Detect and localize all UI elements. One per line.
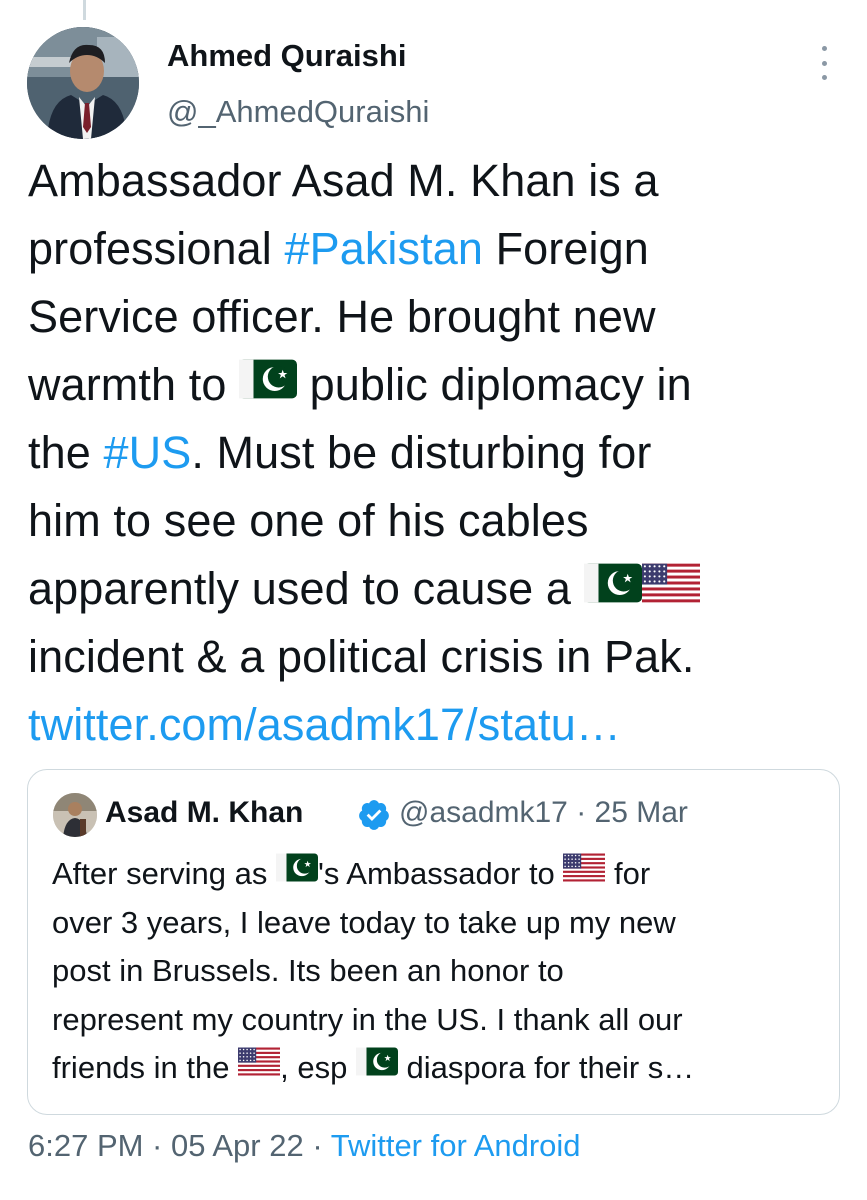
pakistan-flag-icon: [355, 1042, 398, 1091]
text-line: post in Brussels. Its been an honor to: [52, 947, 822, 996]
text-segment: diaspora for their s…: [397, 1050, 695, 1085]
author-name[interactable]: Ahmed Quraishi: [167, 38, 406, 74]
text-segment: over 3 years, I leave today to take up m…: [52, 904, 676, 940]
text-segment: Foreign: [482, 223, 649, 274]
text-line: Service officer. He brought new: [28, 283, 858, 351]
quoted-author-name[interactable]: Asad M. Khan: [105, 796, 303, 830]
text-line: warmth to public diplomacy in: [28, 351, 858, 419]
text-segment: warmth to: [28, 359, 240, 410]
text-line: After serving as 's Ambassador to for: [52, 850, 822, 899]
tweet: Ahmed Quraishi @_AhmedQuraishi Ambassado…: [0, 0, 867, 1200]
hashtag-link[interactable]: #US: [103, 427, 191, 478]
text-segment: for: [605, 856, 651, 891]
usa-flag-icon: [641, 554, 700, 622]
hashtag-link[interactable]: #Pakistan: [284, 223, 483, 274]
usa-flag-icon: [563, 848, 606, 897]
author-handle[interactable]: @_AhmedQuraishi: [167, 94, 429, 130]
text-line: Ambassador Asad M. Khan is a: [28, 147, 858, 215]
quoted-tweet-text: After serving as 's Ambassador to for ove…: [52, 850, 822, 1093]
text-line: apparently used to cause a: [28, 555, 858, 623]
text-line: represent my country in the US. I thank …: [52, 996, 822, 1045]
pakistan-flag-icon: [275, 848, 318, 897]
text-line: friends in the , esp diaspora for their …: [52, 1044, 822, 1093]
text-segment: represent my country in the US. I thank …: [52, 1001, 683, 1037]
text-segment: . Must be disturbing for: [191, 427, 652, 478]
text-segment: post in Brussels. Its been an honor to: [52, 953, 564, 988]
text-line: over 3 years, I leave today to take up m…: [52, 899, 822, 948]
text-segment: public diplomacy in: [297, 359, 692, 410]
more-vertical-icon[interactable]: [812, 46, 836, 80]
text-segment: incident & a political crisis in Pak.: [28, 631, 695, 682]
tweet-meta: 6:27 PM · 05 Apr 22 · Twitter for Androi…: [28, 1128, 581, 1164]
author-avatar[interactable]: [27, 27, 139, 139]
verified-badge-icon: [357, 798, 391, 832]
text-line: twitter.com/asadmk17/statu…: [28, 691, 858, 759]
quoted-handle-date[interactable]: @asadmk17 · 25 Mar: [399, 796, 688, 830]
text-segment: Ambassador Asad M. Khan is a: [28, 155, 659, 206]
pakistan-flag-icon: [239, 350, 298, 418]
text-segment: 's Ambassador to: [317, 856, 564, 891]
tweet-timestamp[interactable]: 6:27 PM · 05 Apr 22 ·: [28, 1128, 331, 1163]
text-segment: friends in the: [52, 1050, 239, 1085]
tweet-text: Ambassador Asad M. Khan is a professional…: [28, 147, 858, 759]
quoted-tweet-url[interactable]: twitter.com/asadmk17/statu…: [28, 699, 621, 750]
usa-flag-icon: [238, 1042, 281, 1091]
text-segment: the: [28, 427, 104, 478]
quoted-tweet-card[interactable]: Asad M. Khan @asadmk17 · 25 Mar After se…: [27, 769, 840, 1115]
text-segment: , esp: [280, 1050, 356, 1085]
text-line: professional #Pakistan Foreign: [28, 215, 858, 283]
text-segment: him to see one of his cables: [28, 495, 589, 546]
text-line: the #US. Must be disturbing for: [28, 419, 858, 487]
text-line: incident & a political crisis in Pak.: [28, 623, 858, 691]
text-segment: professional: [28, 223, 285, 274]
pakistan-flag-icon: [583, 554, 642, 622]
quoted-author-avatar[interactable]: [53, 793, 97, 837]
thread-connector-line: [83, 0, 86, 20]
text-segment: After serving as: [52, 856, 276, 891]
text-segment: apparently used to cause a: [28, 563, 584, 614]
text-segment: Service officer. He brought new: [28, 291, 656, 342]
text-line: him to see one of his cables: [28, 487, 858, 555]
tweet-source[interactable]: Twitter for Android: [331, 1128, 581, 1163]
